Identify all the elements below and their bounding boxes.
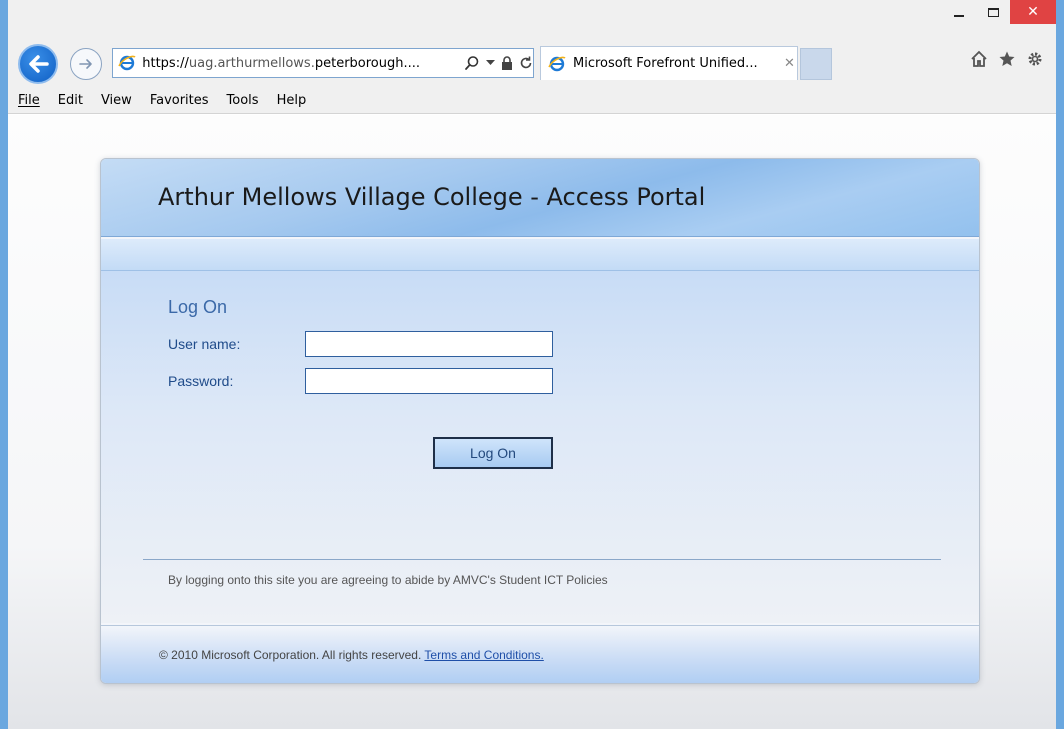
star-icon[interactable] — [998, 50, 1016, 68]
address-bar[interactable]: https://uag.arthurmellows.peterborough..… — [112, 48, 534, 78]
portal-footer: © 2010 Microsoft Corporation. All rights… — [101, 625, 979, 683]
back-button[interactable] — [18, 44, 58, 84]
forward-arrow-icon — [79, 59, 92, 69]
home-icon[interactable] — [970, 50, 988, 68]
menu-favorites[interactable]: Favorites — [150, 93, 209, 108]
lock-icon[interactable] — [501, 56, 513, 70]
password-input[interactable] — [305, 368, 553, 394]
url-host: uag.arthurmellows. — [188, 55, 315, 71]
footer-copyright: © 2010 Microsoft Corporation. All rights… — [159, 648, 422, 662]
logon-button[interactable]: Log On — [433, 437, 553, 469]
title-bar: ✕ — [8, 0, 1056, 32]
portal-header: Arthur Mellows Village College - Access … — [101, 159, 979, 237]
url-domain: peterborough.... — [314, 55, 421, 71]
menu-tools[interactable]: Tools — [227, 93, 259, 108]
menu-help[interactable]: Help — [277, 93, 307, 108]
window-border-left — [0, 114, 8, 729]
password-label: Password: — [168, 373, 234, 389]
maximize-icon — [987, 7, 999, 17]
username-input[interactable] — [305, 331, 553, 357]
terms-link[interactable]: Terms and Conditions. — [424, 648, 543, 662]
logon-heading: Log On — [168, 297, 228, 317]
new-tab-button[interactable] — [800, 48, 832, 80]
browser-tab[interactable]: Microsoft Forefront Unified... ✕ — [540, 46, 798, 80]
forward-button[interactable] — [70, 48, 102, 80]
portal-title: Arthur Mellows Village College - Access … — [158, 183, 706, 211]
chevron-down-icon[interactable] — [486, 60, 495, 66]
menu-bar: File Edit View Favorites Tools Help — [8, 88, 1056, 114]
refresh-icon[interactable] — [519, 56, 533, 70]
window-controls: ✕ — [942, 0, 1056, 28]
divider — [143, 559, 941, 560]
menu-view[interactable]: View — [101, 93, 132, 108]
menu-file[interactable]: File — [18, 93, 40, 108]
menu-edit[interactable]: Edit — [58, 93, 83, 108]
url-text[interactable]: https://uag.arthurmellows.peterborough..… — [142, 56, 460, 71]
maximize-button[interactable] — [976, 0, 1010, 24]
toolbar-icons — [970, 50, 1044, 68]
tab-close-icon[interactable]: ✕ — [784, 56, 795, 71]
tab-title: Microsoft Forefront Unified... — [573, 56, 758, 71]
address-bar-icons — [464, 55, 533, 71]
footer-text: © 2010 Microsoft Corporation. All rights… — [159, 648, 544, 662]
search-icon[interactable] — [464, 55, 480, 71]
gear-icon[interactable] — [1026, 50, 1044, 68]
ie-page-icon — [117, 53, 136, 73]
close-window-button[interactable]: ✕ — [1010, 0, 1056, 24]
back-arrow-icon — [29, 55, 49, 73]
minimize-button[interactable] — [942, 0, 976, 24]
username-label: User name: — [168, 336, 241, 352]
window-border-right — [1056, 114, 1064, 729]
url-protocol: https:// — [142, 55, 189, 71]
minimize-icon — [954, 15, 964, 17]
portal-panel: Arthur Mellows Village College - Access … — [100, 158, 980, 684]
ie-tab-icon — [547, 54, 567, 74]
page-content: Arthur Mellows Village College - Access … — [8, 115, 1056, 729]
policy-notice: By logging onto this site you are agreei… — [168, 573, 608, 587]
close-icon: ✕ — [1027, 4, 1039, 20]
portal-subheader — [101, 239, 979, 271]
